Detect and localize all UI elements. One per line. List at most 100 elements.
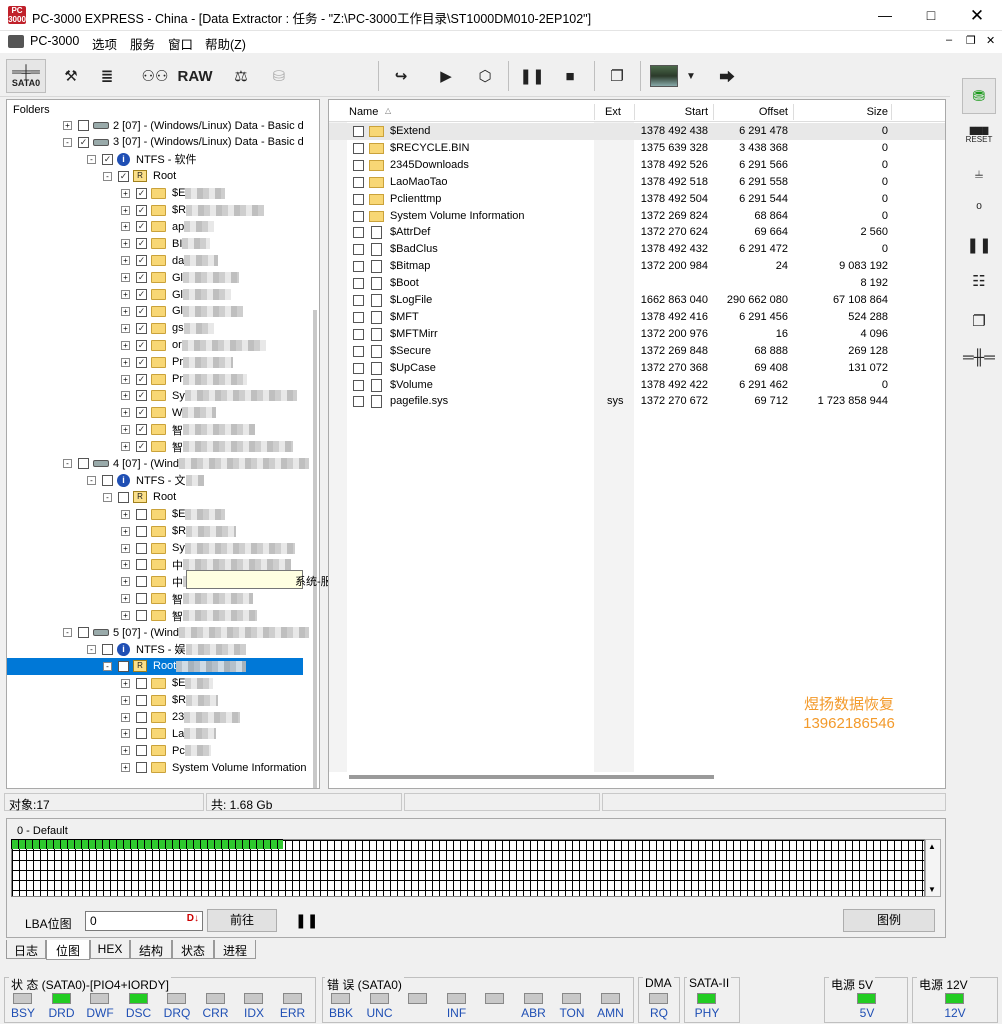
tree-checkbox[interactable]: ✓ [136, 339, 147, 351]
file-checkbox[interactable] [353, 311, 364, 323]
menu-window[interactable]: 窗口 [168, 34, 193, 53]
tab-bitmap[interactable]: 位图 [46, 940, 90, 960]
tree-checkbox[interactable] [136, 745, 147, 757]
collapse-minus-icon[interactable]: - [103, 171, 112, 181]
tab-process[interactable]: 进程 [214, 940, 256, 959]
file-row[interactable]: $MFT 1378 492 416 6 291 456 524 288 [329, 309, 945, 326]
file-checkbox[interactable] [353, 278, 364, 290]
expand-plus-icon[interactable]: + [121, 526, 130, 536]
menu-pc3000[interactable]: PC-3000 [30, 34, 79, 48]
maximize-button[interactable]: □ [908, 0, 954, 31]
connector-button[interactable]: ═╫═ [962, 342, 996, 372]
tree-folder-item[interactable]: + ✓ BI [121, 235, 211, 252]
bitmap-scrollbar[interactable]: ▲ ▼ [925, 839, 941, 897]
tree-filesystem-item[interactable]: - ✓ i NTFS - 软件 [87, 151, 197, 168]
file-row[interactable]: $UpCase 1372 270 368 69 408 131 072 [329, 360, 945, 377]
tab-status[interactable]: 状态 [172, 940, 214, 959]
expand-plus-icon[interactable]: + [121, 509, 130, 519]
tree-checkbox[interactable]: ✓ [136, 255, 147, 267]
tree-checkbox[interactable]: ✓ [102, 153, 113, 165]
tree-folder-item[interactable]: + ✓ $R [121, 202, 265, 219]
raw-button[interactable]: RAW [176, 59, 214, 93]
file-row[interactable]: $MFTMirr 1372 200 976 16 4 096 [329, 326, 945, 343]
tree-folder-item[interactable]: + $R [121, 523, 237, 540]
expand-plus-icon[interactable]: + [121, 374, 130, 384]
file-checkbox[interactable] [353, 227, 364, 239]
copy-close-button[interactable]: ❐ [962, 306, 996, 336]
tree-folder-item[interactable]: + System Volume Information [121, 759, 307, 776]
tree-folder-item[interactable]: + Sy [121, 540, 295, 557]
tree-filesystem-item[interactable]: - i NTFS - 娱 [87, 641, 246, 658]
file-checkbox[interactable] [353, 244, 364, 256]
expand-plus-icon[interactable]: + [121, 408, 130, 418]
tree-folder-item[interactable]: + ✓ Gl [121, 286, 231, 303]
tree-filesystem-item[interactable]: - i NTFS - 文 [87, 472, 204, 489]
mdi-minimize-icon[interactable]: – [946, 34, 952, 46]
tree-partition-item[interactable]: +2 [07] - (Windows/Linux) Data - Basic d [63, 117, 304, 134]
collapse-minus-icon[interactable]: - [87, 475, 96, 485]
search-button[interactable]: ⚇⚇ [140, 59, 170, 93]
pause-button[interactable]: ❚❚ [518, 59, 546, 93]
close-button[interactable]: ✕ [954, 0, 1000, 31]
image-preview-icon[interactable] [650, 65, 678, 87]
play-button[interactable]: ▶ [432, 59, 460, 93]
expand-plus-icon[interactable]: + [121, 577, 130, 587]
expand-plus-icon[interactable]: + [121, 205, 130, 215]
file-checkbox[interactable] [353, 210, 364, 222]
tree-checkbox[interactable] [136, 762, 147, 774]
expand-plus-icon[interactable]: + [121, 594, 130, 604]
lba-input[interactable]: 0 D↓ [85, 911, 203, 931]
tree-checkbox[interactable] [78, 627, 89, 638]
zero-button[interactable]: ⁰ [962, 194, 996, 224]
tab-log[interactable]: 日志 [6, 940, 46, 959]
tree-folder-item[interactable]: + ✓ ap [121, 218, 215, 235]
header-ext[interactable]: Ext [605, 106, 621, 118]
tree-checkbox[interactable]: ✓ [136, 305, 147, 317]
collapse-minus-icon[interactable]: - [103, 492, 112, 502]
tree-folder-item[interactable]: + ✓ 智 [121, 438, 293, 455]
collapse-minus-icon[interactable]: - [87, 644, 96, 654]
file-row[interactable]: $BadClus 1378 492 432 6 291 472 0 [329, 241, 945, 258]
tree-checkbox[interactable] [102, 643, 113, 655]
header-size[interactable]: Size [867, 106, 888, 118]
file-checkbox[interactable] [353, 396, 364, 408]
file-checkbox[interactable] [353, 261, 364, 273]
tree-checkbox[interactable]: ✓ [136, 407, 147, 419]
tree-folder-item[interactable]: + ✓ Gl [121, 303, 243, 320]
tree-checkbox[interactable] [102, 474, 113, 486]
menu-help[interactable]: 帮助(Z) [205, 34, 246, 53]
tree-checkbox[interactable] [136, 610, 147, 622]
tree-root-item[interactable]: - ✓ R Root [103, 168, 176, 185]
expand-plus-icon[interactable]: + [63, 121, 72, 130]
file-row[interactable]: $Secure 1372 269 848 68 888 269 128 [329, 343, 945, 360]
tree-checkbox[interactable]: ✓ [136, 204, 147, 216]
lba-input-spin-icon[interactable]: D↓ [187, 913, 199, 924]
expand-plus-icon[interactable]: + [121, 611, 130, 621]
tree-folder-item[interactable]: + ✓ Pr [121, 354, 233, 371]
tree-checkbox[interactable] [136, 542, 147, 554]
file-row[interactable]: LaoMaoTao 1378 492 518 6 291 558 0 [329, 174, 945, 191]
tree-checkbox[interactable] [136, 711, 147, 723]
exit-button[interactable]: ⮕ [712, 59, 742, 93]
disk-button[interactable]: ⛁ [264, 59, 294, 93]
collapse-minus-icon[interactable]: - [103, 661, 112, 671]
tree-checkbox[interactable]: ✓ [136, 187, 147, 199]
tree-folder-item[interactable]: + ✓ $E [121, 185, 226, 202]
scroll-down-icon[interactable]: ▼ [928, 885, 936, 894]
scroll-up-icon[interactable]: ▲ [928, 842, 936, 851]
collapse-minus-icon[interactable]: - [63, 459, 72, 468]
tree-folder-item[interactable]: + 智 [121, 607, 257, 624]
sata-port-button[interactable]: ═╪═ SATA0 [6, 59, 46, 93]
tree-checkbox[interactable] [136, 525, 147, 537]
expand-plus-icon[interactable]: + [121, 188, 130, 198]
expand-plus-icon[interactable]: + [121, 425, 130, 435]
file-row[interactable]: $Extend 1378 492 438 6 291 478 0 [329, 123, 945, 140]
expand-plus-icon[interactable]: + [121, 712, 130, 722]
tree-checkbox[interactable] [136, 559, 147, 571]
tree-checkbox[interactable]: ✓ [78, 136, 89, 148]
header-start[interactable]: Start [685, 106, 708, 118]
file-row[interactable]: Pclienttmp 1378 492 504 6 291 544 0 [329, 191, 945, 208]
legend-button[interactable]: 图例 [843, 909, 935, 932]
tree-checkbox[interactable]: ✓ [136, 238, 147, 250]
file-row[interactable]: $LogFile 1662 863 040 290 662 080 67 108 86… [329, 292, 945, 309]
